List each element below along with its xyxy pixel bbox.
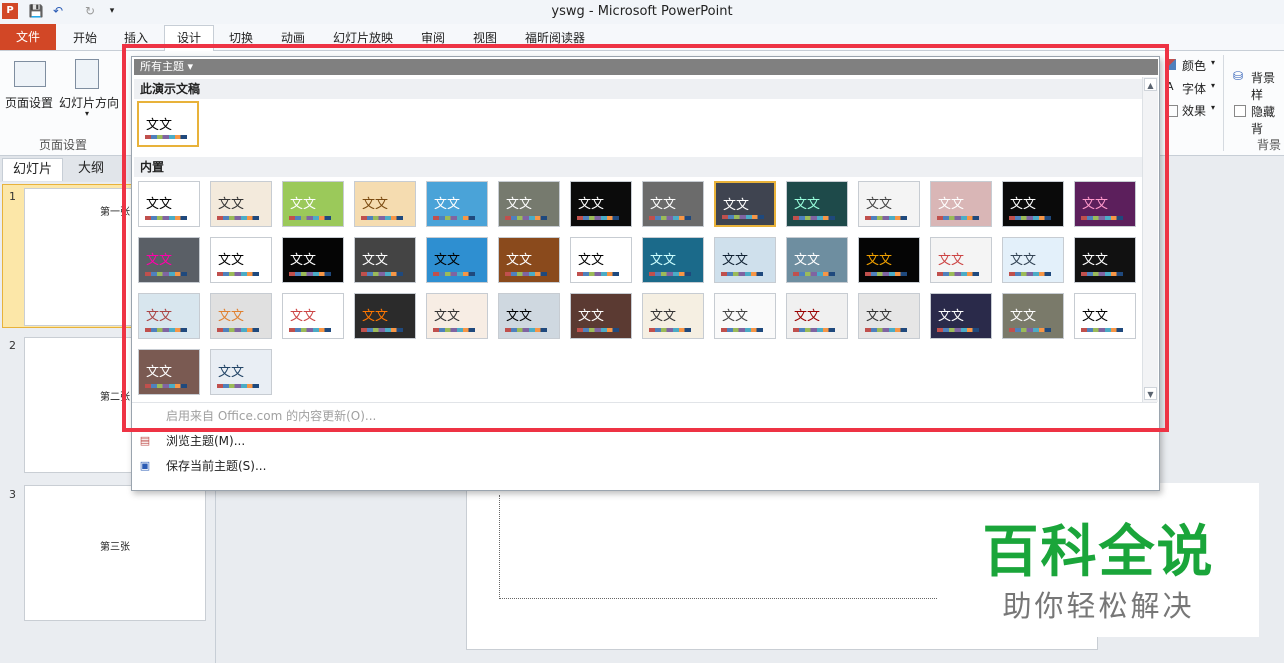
tab-slides[interactable]: 幻灯片	[2, 158, 64, 181]
paint-bucket-icon: ⛁	[1233, 69, 1244, 83]
slide-title: 第三张	[100, 542, 130, 553]
menu-label: 浏览主题(M)...	[166, 434, 246, 448]
group-page-setup: 页面设置	[39, 138, 88, 152]
group-divider	[1223, 55, 1224, 151]
colors-button[interactable]: 颜色	[1182, 57, 1206, 74]
menu-label: 保存当前主题(S)...	[166, 459, 267, 473]
title-bar: P 💾 ↶ ↻ ▾ yswg - Microsoft PowerPoint	[0, 0, 1284, 25]
chevron-down-icon: ▾	[1211, 103, 1216, 112]
background-styles-button[interactable]: 背景样	[1251, 69, 1284, 103]
effects-button[interactable]: 效果	[1182, 102, 1206, 119]
chevron-down-icon: ▾	[1211, 58, 1216, 67]
watermark-title: 百科全说	[982, 520, 1215, 585]
slide-thumbnail-3[interactable]: 第三张	[24, 485, 206, 621]
slide-number: 1	[9, 190, 16, 203]
watermark: 百科全说 助你轻松解决	[938, 483, 1259, 637]
page-setup-button[interactable]: 页面设置	[5, 94, 53, 111]
menu-browse-themes[interactable]: ▤ 浏览主题(M)...	[132, 429, 1157, 453]
fonts-button[interactable]: 字体	[1182, 80, 1206, 97]
save-theme-icon: ▣	[139, 459, 151, 472]
watermark-subtitle: 助你轻松解决	[1002, 589, 1195, 623]
tab-home[interactable]: 开始	[73, 29, 97, 46]
chevron-down-icon: ▾	[1211, 81, 1216, 90]
slide-orientation-icon[interactable]	[75, 59, 99, 89]
window-title: yswg - Microsoft PowerPoint	[551, 4, 733, 19]
menu-save-theme[interactable]: ▣ 保存当前主题(S)...	[132, 454, 1157, 478]
tab-outline[interactable]: 大纲	[68, 158, 114, 180]
highlight-annotation	[122, 44, 1169, 432]
hide-bg-label: 隐藏背	[1251, 105, 1276, 136]
page-setup-icon[interactable]	[14, 61, 46, 87]
chevron-down-icon: ▾	[85, 109, 90, 118]
tab-file[interactable]: 文件	[0, 24, 56, 50]
slide-number: 2	[9, 339, 16, 352]
browse-themes-icon: ▤	[139, 434, 151, 447]
hide-bg-checkbox[interactable]	[1234, 105, 1246, 117]
group-background: 背景	[1257, 138, 1282, 152]
slide-number: 3	[9, 488, 16, 501]
